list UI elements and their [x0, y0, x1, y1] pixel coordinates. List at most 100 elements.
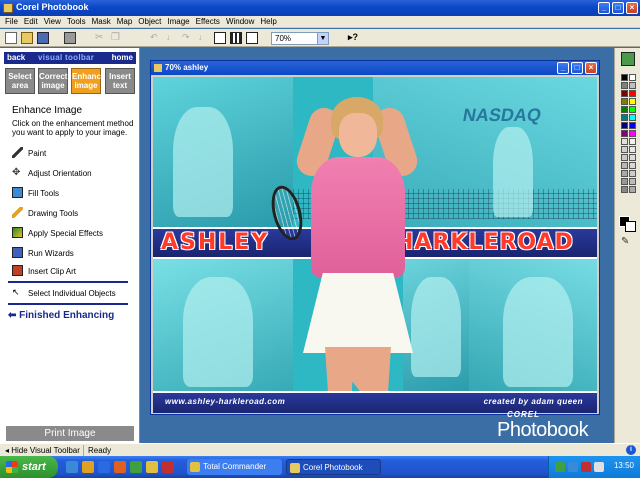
- quicklaunch-app-icon[interactable]: [146, 461, 158, 473]
- full-screen-icon[interactable]: [246, 32, 258, 44]
- palette-swatch[interactable]: [629, 98, 636, 105]
- menu-image[interactable]: Image: [164, 16, 192, 28]
- open-icon[interactable]: [21, 32, 33, 44]
- palette-swatch[interactable]: [629, 154, 636, 161]
- undo-icon[interactable]: ↶: [150, 32, 162, 44]
- cut-icon[interactable]: ✂: [95, 32, 107, 44]
- new-icon[interactable]: [5, 32, 17, 44]
- quicklaunch-ie-icon[interactable]: [66, 461, 78, 473]
- quicklaunch-app-icon[interactable]: [130, 461, 142, 473]
- palette-swatch[interactable]: [621, 90, 628, 97]
- context-help-icon[interactable]: ▸?: [348, 32, 360, 44]
- palette-swatch[interactable]: [629, 122, 636, 129]
- enhance-item-paint[interactable]: Paint: [12, 147, 46, 162]
- enhance-item-drawing-tools[interactable]: Drawing Tools: [12, 207, 78, 222]
- quicklaunch-folder-icon[interactable]: [82, 461, 94, 473]
- menu-help[interactable]: Help: [257, 16, 279, 28]
- palette-swatch[interactable]: [621, 178, 628, 185]
- tray-icon[interactable]: [594, 462, 604, 472]
- palette-swatch[interactable]: [621, 106, 628, 113]
- palette-swatch[interactable]: [621, 170, 628, 177]
- palette-swatch[interactable]: [629, 106, 636, 113]
- tab-enhance-image[interactable]: Enhance image: [71, 68, 105, 94]
- menu-file[interactable]: File: [2, 16, 21, 28]
- image-window-icon[interactable]: [214, 32, 226, 44]
- doc-minimize-button[interactable]: _: [557, 62, 569, 74]
- palette-tool-icon[interactable]: [621, 52, 635, 66]
- chevron-down-icon[interactable]: ▼: [317, 33, 328, 44]
- app-icon[interactable]: [3, 3, 13, 13]
- tab-insert-text[interactable]: Insert text: [105, 68, 135, 94]
- menu-object[interactable]: Object: [135, 16, 164, 28]
- task-corel-photobook[interactable]: Corel Photobook: [286, 459, 381, 475]
- menu-effects[interactable]: Effects: [193, 16, 223, 28]
- palette-swatch[interactable]: [621, 122, 628, 129]
- image-canvas[interactable]: NASDAQ ASHLEY HARKLEROAD www.ashley-hark…: [153, 77, 597, 413]
- enhance-item-fill-tools[interactable]: Fill Tools: [12, 187, 59, 202]
- tab-select-area[interactable]: Select area: [5, 68, 35, 94]
- palette-swatch[interactable]: [621, 138, 628, 145]
- enhance-item-clip-art[interactable]: Insert Clip Art: [12, 265, 76, 280]
- palette-swatch[interactable]: [629, 130, 636, 137]
- palette-swatch[interactable]: [629, 90, 636, 97]
- palette-swatch[interactable]: [621, 82, 628, 89]
- grid-icon[interactable]: [230, 32, 242, 44]
- redo-list-icon[interactable]: ↓: [198, 32, 210, 44]
- fg-bg-colors[interactable]: [619, 216, 637, 232]
- menu-view[interactable]: View: [41, 16, 64, 28]
- palette-swatch[interactable]: [629, 138, 636, 145]
- redo-icon[interactable]: ↷: [182, 32, 194, 44]
- copy-icon[interactable]: ❐: [111, 32, 123, 44]
- quicklaunch-media-icon[interactable]: [114, 461, 126, 473]
- maximize-button[interactable]: □: [612, 2, 624, 14]
- quicklaunch-app-icon[interactable]: [162, 461, 174, 473]
- enhance-item-run-wizards[interactable]: Run Wizards: [12, 247, 74, 262]
- palette-swatch[interactable]: [621, 114, 628, 121]
- doc-close-button[interactable]: ×: [585, 62, 597, 74]
- select-objects-item[interactable]: ↖ Select Individual Objects: [12, 287, 116, 302]
- palette-swatch[interactable]: [629, 114, 636, 121]
- palette-swatch[interactable]: [629, 170, 636, 177]
- palette-swatch[interactable]: [629, 162, 636, 169]
- quicklaunch-desktop-icon[interactable]: [98, 461, 110, 473]
- tray-icon[interactable]: [555, 462, 565, 472]
- minimize-button[interactable]: _: [598, 2, 610, 14]
- menu-edit[interactable]: Edit: [21, 16, 41, 28]
- menu-window[interactable]: Window: [223, 16, 257, 28]
- tray-icon[interactable]: [581, 462, 591, 472]
- palette-swatch[interactable]: [629, 74, 636, 81]
- finished-enhancing-button[interactable]: ⬅ Finished Enhancing: [8, 310, 114, 321]
- hide-visual-toolbar-button[interactable]: ◂ Hide Visual Toolbar: [2, 445, 84, 456]
- palette-swatch[interactable]: [621, 186, 628, 193]
- enhance-item-adjust-orientation[interactable]: ✥ Adjust Orientation: [12, 167, 92, 182]
- palette-swatch[interactable]: [621, 154, 628, 161]
- tab-correct-image[interactable]: Correct image: [38, 68, 68, 94]
- task-total-commander[interactable]: Total Commander 5.50: [187, 459, 282, 475]
- eyedropper-icon[interactable]: ✎: [621, 236, 633, 248]
- palette-swatch[interactable]: [629, 178, 636, 185]
- home-link[interactable]: home: [112, 53, 133, 62]
- start-button[interactable]: start: [0, 456, 58, 478]
- menu-map[interactable]: Map: [114, 16, 136, 28]
- tray-icon[interactable]: [568, 462, 578, 472]
- enhance-item-special-effects[interactable]: Apply Special Effects: [12, 227, 103, 242]
- palette-swatch[interactable]: [621, 98, 628, 105]
- palette-swatch[interactable]: [621, 74, 628, 81]
- document-title-bar[interactable]: 70% ashley _ □ ×: [151, 61, 599, 75]
- save-icon[interactable]: [37, 32, 49, 44]
- print-icon[interactable]: [64, 32, 76, 44]
- palette-swatch[interactable]: [621, 162, 628, 169]
- menu-tools[interactable]: Tools: [64, 16, 89, 28]
- info-icon[interactable]: i: [626, 445, 636, 455]
- doc-maximize-button[interactable]: □: [571, 62, 583, 74]
- close-button[interactable]: ×: [626, 2, 638, 14]
- palette-swatch[interactable]: [629, 82, 636, 89]
- palette-swatch[interactable]: [629, 186, 636, 193]
- undo-list-icon[interactable]: ↓: [166, 32, 178, 44]
- back-link[interactable]: back: [7, 53, 25, 62]
- menu-mask[interactable]: Mask: [89, 16, 114, 28]
- palette-swatch[interactable]: [621, 130, 628, 137]
- print-image-button[interactable]: Print Image: [6, 426, 134, 441]
- zoom-select[interactable]: 70% ▼: [271, 32, 329, 45]
- palette-swatch[interactable]: [621, 146, 628, 153]
